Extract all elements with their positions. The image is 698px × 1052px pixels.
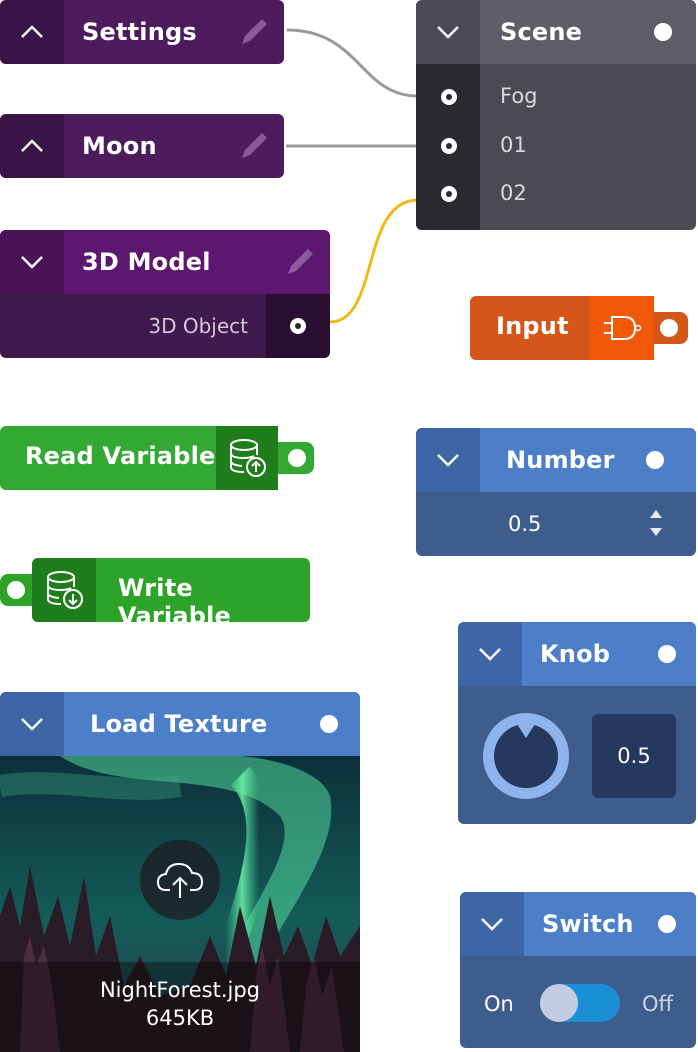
input-label-01: 01 [500, 133, 527, 157]
number-value[interactable]: 0.5 [508, 512, 541, 536]
chevron-down-icon[interactable] [416, 0, 480, 64]
node-title: Number [506, 446, 615, 474]
chevron-up-icon[interactable] [0, 0, 64, 64]
input-port-02[interactable] [441, 186, 457, 202]
write-variable-node[interactable]: Write Variable [0, 558, 312, 630]
output-port[interactable] [320, 715, 338, 733]
database-upload-icon [216, 426, 278, 490]
toggle-switch[interactable] [540, 984, 620, 1022]
node-title: Scene [500, 18, 583, 46]
output-port[interactable] [290, 318, 306, 334]
node-title: Knob [540, 640, 611, 668]
input-port-01[interactable] [441, 138, 457, 154]
chevron-down-icon[interactable] [460, 892, 524, 956]
chevron-down-icon[interactable] [458, 622, 522, 686]
cloud-upload-icon [156, 862, 204, 898]
file-name: NightForest.jpg [99, 978, 261, 1002]
input-port-fog[interactable] [441, 89, 457, 105]
chevron-down-icon[interactable] [0, 230, 64, 294]
upload-button[interactable] [140, 840, 220, 920]
pencil-icon[interactable] [238, 130, 270, 162]
database-download-icon [32, 558, 96, 622]
knob-node[interactable]: Knob 0.5 [458, 622, 696, 824]
output-port-area [266, 294, 330, 358]
chevron-down-icon[interactable] [0, 692, 64, 756]
knob-value-box[interactable]: 0.5 [592, 714, 676, 798]
switch-node[interactable]: Switch On Off [460, 892, 696, 1048]
switch-on-label: On [484, 992, 514, 1016]
knob-dial[interactable] [480, 710, 572, 802]
file-size: 645KB [145, 1006, 215, 1030]
number-node[interactable]: Number 0.5 [416, 428, 696, 556]
node-title: Read Variable [25, 442, 216, 470]
read-variable-node[interactable]: Read Variable [0, 426, 316, 490]
load-texture-node[interactable]: Load Texture NightForest.jpg 645KB [0, 692, 360, 1052]
switch-off-label: Off [642, 992, 673, 1016]
output-port[interactable] [658, 915, 676, 933]
wire-settings-fog [286, 28, 419, 98]
moon-node[interactable]: Moon [0, 114, 284, 178]
input-port[interactable] [7, 581, 25, 599]
chevron-up-icon[interactable] [0, 114, 64, 178]
scene-node[interactable]: Scene Fog 01 02 [416, 0, 696, 230]
pencil-icon[interactable] [238, 16, 270, 48]
input-label-fog: Fog [500, 84, 538, 108]
node-title: Settings [82, 18, 197, 46]
node-title: Write Variable [118, 574, 231, 630]
wire-model-02 [329, 198, 419, 324]
input-label-02: 02 [500, 181, 527, 205]
node-title: Load Texture [90, 710, 268, 738]
output-port[interactable] [660, 319, 678, 337]
chevron-down-icon[interactable] [416, 428, 480, 492]
toggle-knob [540, 984, 578, 1022]
output-port[interactable] [654, 23, 672, 41]
knob-value: 0.5 [617, 744, 651, 768]
node-title: 3D Model [82, 248, 211, 276]
plug-icon [590, 296, 654, 360]
output-label: 3D Object [148, 314, 248, 338]
pencil-icon[interactable] [284, 246, 316, 278]
stepper-arrows-icon[interactable] [648, 508, 664, 538]
node-title: Input [496, 312, 569, 340]
settings-node[interactable]: Settings [0, 0, 284, 64]
node-title: Moon [82, 132, 157, 160]
output-port[interactable] [288, 449, 306, 467]
model-node[interactable]: 3D Model 3D Object [0, 230, 330, 358]
input-node[interactable]: Input [470, 296, 690, 360]
output-port[interactable] [658, 645, 676, 663]
output-port[interactable] [646, 451, 664, 469]
node-title: Switch [542, 910, 634, 938]
